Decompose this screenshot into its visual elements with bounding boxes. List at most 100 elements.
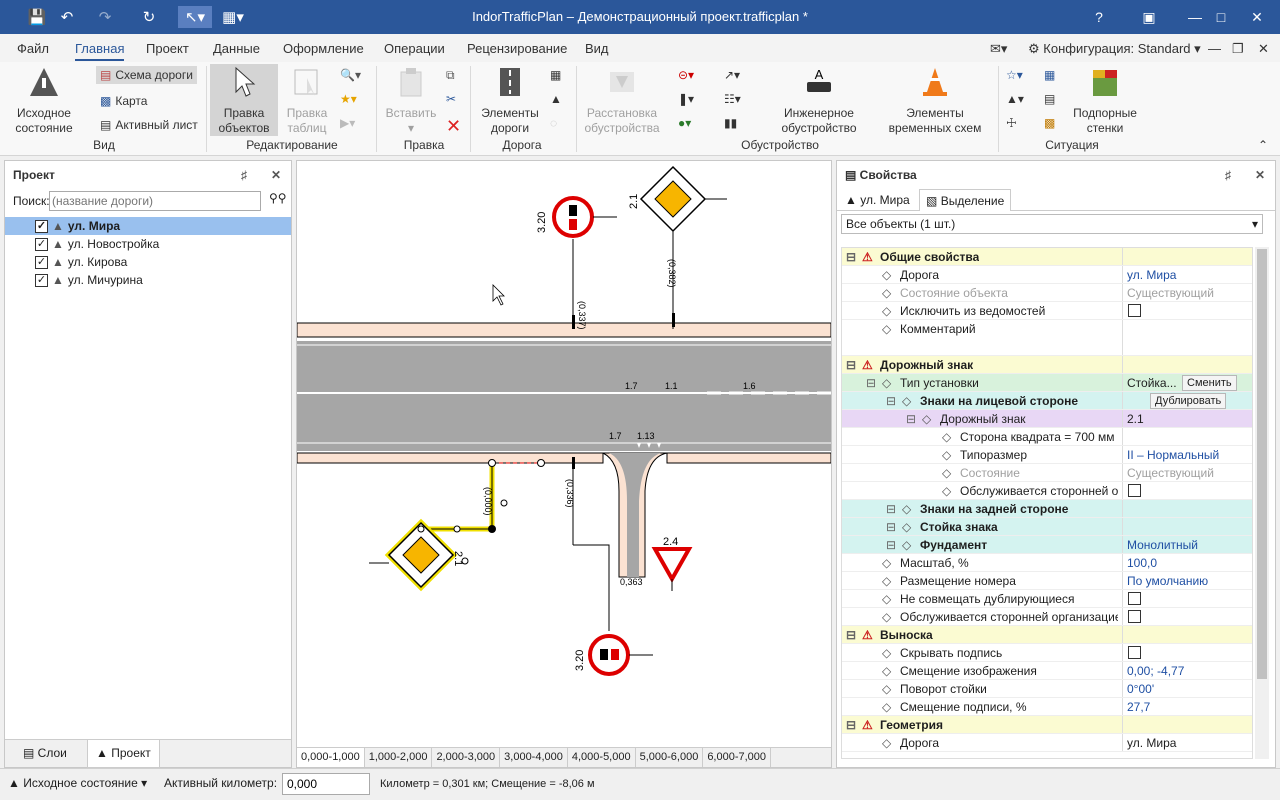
property-row[interactable]: ◇ Состояние объекта Существующий (842, 284, 1252, 302)
expand-icon[interactable]: ⊟ (886, 520, 896, 534)
delete-icon[interactable]: ✕ (446, 116, 461, 137)
situation-tool1-icon[interactable]: ☆▾ (1006, 68, 1023, 82)
property-row[interactable]: ⊟ ⚠ Геометрия (842, 716, 1252, 734)
menu-review[interactable]: Рецензирование (467, 41, 567, 56)
property-row[interactable]: ◇ Поворот стойки 0°00' (842, 680, 1252, 698)
tab-road-mira[interactable]: ▲ ул. Мира (845, 193, 910, 207)
km-tab[interactable]: 4,000-5,000 (568, 748, 636, 767)
road-checkbox[interactable]: ✓ (35, 219, 48, 233)
active-sheet-button[interactable]: ▤ Активный лист (96, 116, 202, 134)
config-dropdown[interactable]: ⚙ Конфигурация: Standard ▾ (1028, 41, 1201, 57)
property-value[interactable]: 2.1 (1127, 412, 1144, 426)
property-row[interactable]: ◇ Комментарий (842, 320, 1252, 356)
paste-button[interactable]: Вставить ▾ (382, 66, 440, 136)
property-value[interactable]: ул. Мира (1127, 268, 1176, 282)
road-tree-item[interactable]: ✓ ▲ ул. Новостройка (5, 235, 291, 253)
handle-mid[interactable] (500, 499, 508, 507)
property-row[interactable]: ⊟ ◇ Знаки на задней стороне (842, 500, 1252, 518)
traffic-light-icon[interactable]: ●▾ (678, 116, 691, 130)
post-icon[interactable]: ▮▮ (724, 116, 737, 130)
line-tool-icon[interactable]: ↗▾ (724, 68, 740, 82)
property-row[interactable]: ◇ Размещение номера По умолчанию (842, 572, 1252, 590)
property-checkbox[interactable] (1128, 304, 1141, 317)
expand-icon[interactable]: ⊟ (846, 250, 856, 264)
pin-icon[interactable]: ♯ (241, 168, 247, 182)
property-row[interactable]: ⊟ ⚠ Выноска (842, 626, 1252, 644)
menu-operations[interactable]: Операции (384, 41, 445, 56)
km-tab[interactable]: 2,000-3,000 (432, 748, 501, 767)
property-row[interactable]: ◇ Дорога ул. Мира (842, 266, 1252, 284)
road-scheme-button[interactable]: ▤ Схема дороги (96, 66, 197, 84)
expand-icon[interactable]: ⊟ (846, 718, 856, 732)
property-checkbox[interactable] (1128, 610, 1141, 623)
property-row[interactable]: ◇ Дорога ул. Мира (842, 734, 1252, 752)
menu-project[interactable]: Проект (146, 41, 189, 56)
menu-design[interactable]: Оформление (283, 41, 364, 56)
pointer-tool-icon[interactable]: ▶▾ (340, 116, 355, 130)
menu-view[interactable]: Вид (585, 41, 609, 56)
map-button[interactable]: ▩ Карта (96, 92, 151, 110)
road-elements-button[interactable]: Элементы дороги (476, 66, 544, 136)
property-row[interactable]: ◇ Исключить из ведомостей (842, 302, 1252, 320)
property-value[interactable]: Существующий (1127, 466, 1214, 480)
property-value[interactable]: 100,0 (1127, 556, 1157, 570)
engineering-button[interactable]: A Инженерное обустройство (772, 66, 866, 136)
sign-24[interactable] (651, 547, 693, 584)
property-row[interactable]: ◇ Типоразмер II – Нормальный (842, 446, 1252, 464)
ribbon-toggle-icon[interactable]: ▣ (1126, 0, 1172, 34)
menu-file[interactable]: Файл (17, 41, 49, 56)
panel-close-icon[interactable]: ✕ (1255, 168, 1265, 182)
collapse-ribbon-icon[interactable]: ⌃ (1258, 138, 1268, 152)
tab-selection[interactable]: ▧ Выделение (919, 189, 1012, 211)
doc-restore-icon[interactable]: ❐ (1232, 41, 1244, 57)
property-row[interactable]: ⊟ ◇ Стойка знака (842, 518, 1252, 536)
property-value[interactable]: Монолитный (1127, 538, 1198, 552)
menu-data[interactable]: Данные (213, 41, 260, 56)
edit-objects-button[interactable]: Правка объектов (210, 64, 278, 136)
properties-scrollbar[interactable] (1255, 247, 1269, 759)
copy-icon[interactable]: ⧉ (446, 68, 455, 83)
pin-icon[interactable]: ♯ (1225, 168, 1231, 182)
building-icon[interactable]: ▦ (1044, 68, 1055, 82)
handle-sign-top[interactable] (417, 525, 425, 533)
km-tab[interactable]: 0,000-1,000 (297, 748, 365, 767)
road-tree-item[interactable]: ✓ ▲ ул. Мира (5, 217, 291, 235)
active-km-input[interactable] (282, 773, 370, 795)
property-action-button[interactable]: Дублировать (1150, 393, 1227, 409)
property-checkbox[interactable] (1128, 646, 1141, 659)
road-checkbox[interactable]: ✓ (35, 273, 48, 287)
road-checkbox[interactable]: ✓ (35, 255, 48, 269)
road-tree-item[interactable]: ✓ ▲ ул. Кирова (5, 253, 291, 271)
bridge-icon[interactable]: ▤ (1044, 92, 1055, 106)
sign-320-top[interactable] (552, 196, 594, 238)
state-dropdown[interactable]: ▲ Исходное состояние ▾ (8, 776, 147, 790)
property-row[interactable]: ◇ Не совмещать дублирующиеся (842, 590, 1252, 608)
expand-icon[interactable]: ⊟ (906, 412, 916, 426)
magic-tool-icon[interactable]: ★▾ (340, 92, 357, 106)
property-row[interactable]: ◇ Смещение подписи, % 27,7 (842, 698, 1252, 716)
search-input[interactable] (49, 191, 261, 211)
road-tool3-icon[interactable]: ◌ (550, 116, 557, 130)
property-value[interactable]: II – Нормальный (1127, 448, 1219, 462)
road-tree-item[interactable]: ✓ ▲ ул. Мичурина (5, 271, 291, 289)
sign-board-icon[interactable]: ▩ (1044, 116, 1055, 130)
road-tool1-icon[interactable]: ▦ (550, 68, 561, 82)
doc-close-icon[interactable]: ✕ (1258, 41, 1269, 57)
fence-icon[interactable]: ☷▾ (724, 92, 741, 106)
property-row[interactable]: ◇ Масштаб, % 100,0 (842, 554, 1252, 572)
property-checkbox[interactable] (1128, 592, 1141, 605)
binoculars-icon[interactable]: ⚲⚲ (269, 191, 287, 205)
km-tab[interactable]: 3,000-4,000 (500, 748, 568, 767)
property-row[interactable]: ◇ Сторона квадрата = 700 мм (842, 428, 1252, 446)
tab-project[interactable]: ▲ Проект (87, 740, 160, 768)
doc-minimize-icon[interactable]: — (1208, 41, 1221, 56)
property-checkbox[interactable] (1128, 484, 1141, 497)
property-row[interactable]: ◇ Обслуживается сторонней организацией (842, 482, 1252, 500)
situation-tool2-icon[interactable]: ▲▾ (1006, 92, 1024, 106)
help-icon[interactable]: ? (1076, 0, 1122, 34)
km-tab[interactable]: 5,000-6,000 (636, 748, 704, 767)
property-row[interactable]: ◇ Скрывать подпись (842, 644, 1252, 662)
property-row[interactable]: ◇ Обслуживается сторонней организацией (842, 608, 1252, 626)
expand-icon[interactable]: ⊟ (886, 394, 896, 408)
initial-state-button[interactable]: Исходное состояние (8, 66, 80, 136)
